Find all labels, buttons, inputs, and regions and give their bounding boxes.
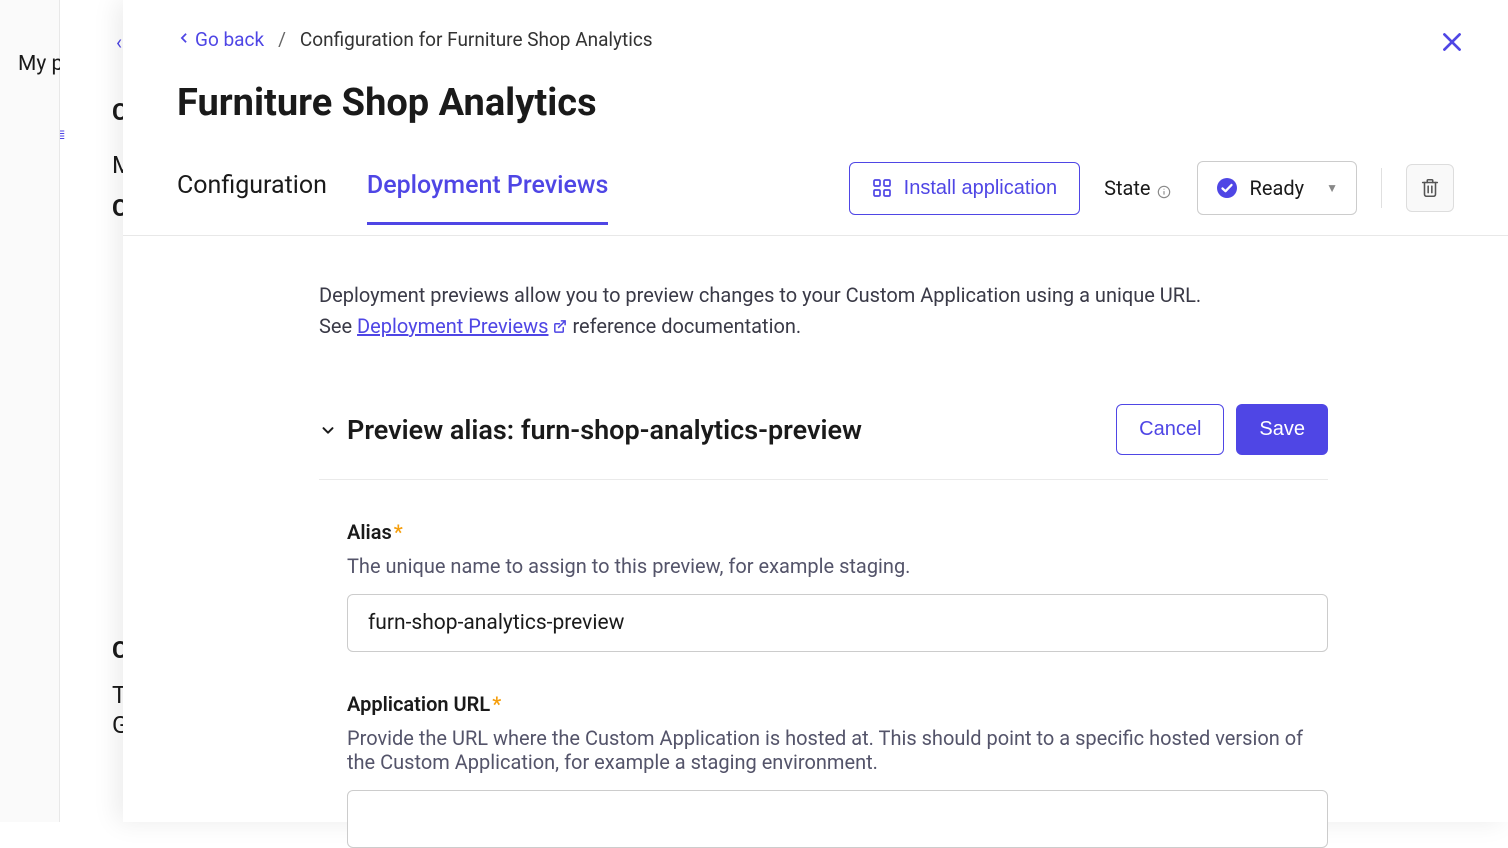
background-partial-column: ‹ C M C C T G ≣	[60, 0, 123, 822]
bg-char: C	[112, 98, 123, 126]
state-label-text: State	[1104, 176, 1150, 200]
close-icon	[1439, 29, 1465, 55]
desc-line1: Deployment previews allow you to preview…	[319, 283, 1201, 307]
cancel-button[interactable]: Cancel	[1116, 404, 1224, 455]
field-alias: Alias* The unique name to assign to this…	[319, 520, 1328, 652]
app-url-help: Provide the URL where the Custom Applica…	[347, 726, 1328, 774]
alias-input[interactable]	[347, 594, 1328, 652]
section-title-wrap[interactable]: Preview alias: furn-shop-analytics-previ…	[319, 414, 862, 446]
save-button[interactable]: Save	[1236, 404, 1328, 455]
go-back-link[interactable]: Go back	[177, 28, 264, 51]
chevron-down-icon	[319, 421, 337, 439]
section-title-value: furn-shop-analytics-preview	[521, 414, 862, 446]
section-title: Preview alias: furn-shop-analytics-previ…	[347, 414, 862, 446]
go-back-label: Go back	[195, 28, 264, 51]
required-mark: *	[492, 692, 501, 716]
breadcrumb-current: Configuration for Furniture Shop Analyti…	[300, 28, 653, 51]
background-sidebar: My p	[0, 0, 60, 822]
bg-char: M	[112, 151, 123, 179]
state-value: Ready	[1250, 176, 1305, 200]
page-title: Furniture Shop Analytics	[123, 51, 1508, 125]
section-actions: Cancel Save	[1116, 404, 1328, 455]
breadcrumb-separator: /	[278, 28, 286, 51]
desc-line2-prefix: See	[319, 314, 357, 338]
app-url-input[interactable]	[347, 790, 1328, 848]
content: Deployment previews allow you to preview…	[123, 236, 1508, 848]
required-mark: *	[394, 520, 403, 544]
install-application-button[interactable]: Install application	[849, 162, 1080, 215]
description: Deployment previews allow you to preview…	[319, 280, 1328, 342]
tab-configuration[interactable]: Configuration	[177, 171, 327, 225]
info-icon[interactable]	[1157, 180, 1173, 196]
breadcrumb: Go back / Configuration for Furniture Sh…	[123, 0, 1508, 51]
chevron-left-icon	[177, 29, 191, 50]
modal-panel: Go back / Configuration for Furniture Sh…	[123, 0, 1508, 822]
bg-char: G	[112, 711, 123, 739]
trash-icon	[1419, 177, 1441, 199]
desc-line2-suffix: reference documentation.	[567, 314, 801, 338]
external-link-icon	[552, 312, 567, 327]
alias-help: The unique name to assign to this previe…	[347, 554, 1328, 578]
list-icon: ≣	[60, 127, 66, 143]
alias-label: Alias*	[347, 520, 1328, 544]
bg-char: C	[112, 194, 123, 222]
tab-deployment-previews[interactable]: Deployment Previews	[367, 171, 608, 225]
delete-button[interactable]	[1406, 164, 1454, 212]
divider	[1381, 168, 1382, 208]
app-url-label-text: Application URL	[347, 692, 490, 716]
state-select[interactable]: Ready ▼	[1197, 161, 1357, 215]
bg-char: C	[112, 636, 123, 664]
check-circle-icon	[1216, 177, 1238, 199]
background-my-label: My p	[18, 52, 63, 76]
field-app-url: Application URL* Provide the URL where t…	[319, 692, 1328, 848]
grid-icon	[872, 178, 892, 198]
bg-char: T	[112, 681, 123, 709]
tab-actions: Install application State	[849, 161, 1454, 235]
tabs: Configuration Deployment Previews	[177, 171, 849, 225]
chevron-down-icon: ▼	[1326, 181, 1338, 195]
app-url-label: Application URL*	[347, 692, 1328, 716]
close-button[interactable]	[1438, 28, 1466, 56]
install-label: Install application	[904, 177, 1057, 200]
link-text: Deployment Previews	[357, 314, 548, 338]
state-label: State	[1104, 176, 1172, 200]
chevron-left-icon: ‹	[116, 30, 122, 54]
deployment-previews-link[interactable]: Deployment Previews	[357, 314, 567, 338]
section-title-prefix: Preview alias:	[347, 414, 521, 446]
tab-row: Configuration Deployment Previews Instal…	[123, 125, 1508, 236]
section-header: Preview alias: furn-shop-analytics-previ…	[319, 404, 1328, 480]
alias-label-text: Alias	[347, 520, 392, 544]
